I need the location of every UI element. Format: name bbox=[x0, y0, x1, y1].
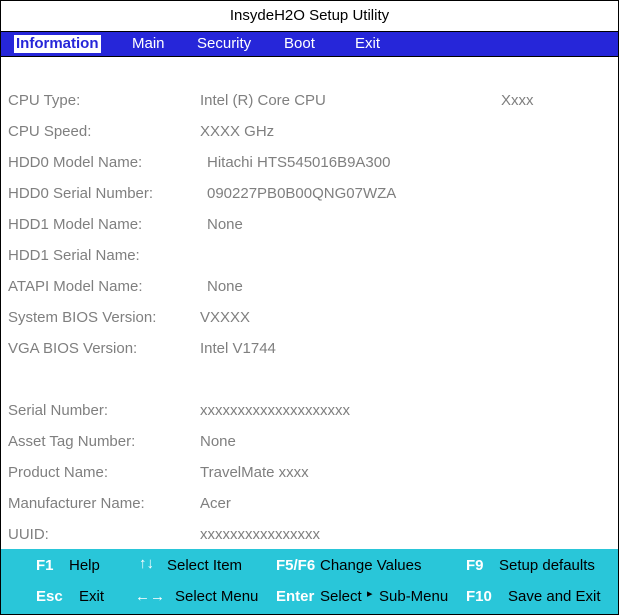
asset-tag-value: None bbox=[200, 433, 236, 450]
cpu-type-extra: Xxxx bbox=[501, 92, 534, 109]
info-row-manufacturer: Manufacturer Name: Acer bbox=[1, 495, 618, 515]
change-values-action: Change Values bbox=[320, 557, 422, 574]
serial-number-value: xxxxxxxxxxxxxxxxxxxx bbox=[200, 402, 350, 419]
hdd1-model-value: None bbox=[207, 216, 243, 233]
info-row-system-bios: System BIOS Version: VXXXX bbox=[1, 309, 618, 329]
info-row-hdd1-serial: HDD1 Serial Name: bbox=[1, 247, 618, 267]
info-row-uuid: UUID: xxxxxxxxxxxxxxxx bbox=[1, 526, 618, 546]
info-row-vga-bios: VGA BIOS Version: Intel V1744 bbox=[1, 340, 618, 360]
information-panel: CPU Type: Intel (R) Core CPU Xxxx CPU Sp… bbox=[1, 57, 618, 547]
hdd1-model-label: HDD1 Model Name: bbox=[8, 216, 143, 233]
info-row-hdd1-model: HDD1 Model Name: None bbox=[1, 216, 618, 236]
manufacturer-label: Manufacturer Name: bbox=[8, 495, 145, 512]
hdd1-serial-label: HDD1 Serial Name: bbox=[8, 247, 140, 264]
menu-item-boot[interactable]: Boot bbox=[282, 35, 317, 53]
f5-f6-key: F5/F6 bbox=[276, 557, 316, 574]
f9-key: F9 bbox=[466, 557, 484, 574]
system-bios-value: VXXXX bbox=[200, 309, 251, 326]
menu-item-exit[interactable]: Exit bbox=[353, 35, 382, 53]
cpu-type-label: CPU Type: bbox=[8, 92, 81, 109]
info-row-hdd0-serial: HDD0 Serial Number: 090227PB0B00QNG07WZA bbox=[1, 185, 618, 205]
menu-bar: Information Main Security Boot Exit bbox=[1, 32, 618, 57]
up-down-arrow-icon: ↑↓ bbox=[139, 555, 154, 572]
enter-key: Enter bbox=[276, 588, 315, 605]
manufacturer-value: Acer bbox=[200, 495, 231, 512]
vga-bios-label: VGA BIOS Version: bbox=[8, 340, 138, 357]
menu-item-security[interactable]: Security bbox=[195, 35, 253, 53]
info-row-asset-tag: Asset Tag Number: None bbox=[1, 433, 618, 453]
uuid-label: UUID: bbox=[8, 526, 49, 543]
vga-bios-value: Intel V1744 bbox=[200, 340, 276, 357]
esc-action: Exit bbox=[79, 588, 105, 605]
hdd0-serial-value: 090227PB0B00QNG07WZA bbox=[207, 185, 397, 202]
enter-action-submenu: Sub-Menu bbox=[379, 588, 449, 605]
cpu-type-value: Intel (R) Core CPU bbox=[200, 92, 326, 109]
window-title: InsydeH2O Setup Utility bbox=[1, 1, 618, 32]
select-item-action: Select Item bbox=[167, 557, 243, 574]
bios-window: InsydeH2O Setup Utility Information Main… bbox=[0, 0, 619, 615]
product-name-value: TravelMate xxxx bbox=[200, 464, 309, 481]
cpu-speed-value: XXXX GHz bbox=[200, 123, 275, 140]
hdd0-model-label: HDD0 Model Name: bbox=[8, 154, 143, 171]
menu-item-main[interactable]: Main bbox=[130, 35, 167, 53]
atapi-model-value: None bbox=[207, 278, 243, 295]
left-right-arrow-icon: ←→ bbox=[135, 588, 165, 605]
f10-key: F10 bbox=[466, 588, 492, 605]
hdd0-model-value: Hitachi HTS545016B9A300 bbox=[207, 154, 391, 171]
esc-key: Esc bbox=[36, 588, 63, 605]
info-row-cpu-speed: CPU Speed: XXXX GHz bbox=[1, 123, 618, 143]
save-and-exit-action: Save and Exit bbox=[508, 588, 601, 605]
hdd0-serial-label: HDD0 Serial Number: bbox=[8, 185, 154, 202]
menu-item-information[interactable]: Information bbox=[13, 34, 102, 54]
info-row-hdd0-model: HDD0 Model Name: Hitachi HTS545016B9A300 bbox=[1, 154, 618, 174]
serial-number-label: Serial Number: bbox=[8, 402, 109, 419]
uuid-value: xxxxxxxxxxxxxxxx bbox=[200, 526, 320, 543]
cpu-speed-label: CPU Speed: bbox=[8, 123, 92, 140]
enter-action-select: Select bbox=[320, 588, 362, 605]
info-row-atapi-model: ATAPI Model Name: None bbox=[1, 278, 618, 298]
system-bios-label: System BIOS Version: bbox=[8, 309, 157, 326]
product-name-label: Product Name: bbox=[8, 464, 109, 481]
f1-key: F1 bbox=[36, 557, 54, 574]
key-help-bar: F1 Help ↑↓ Select Item F5/F6 Change Valu… bbox=[1, 549, 618, 614]
asset-tag-label: Asset Tag Number: bbox=[8, 433, 136, 450]
setup-defaults-action: Setup defaults bbox=[499, 557, 595, 574]
info-row-cpu-type: CPU Type: Intel (R) Core CPU Xxxx bbox=[1, 92, 618, 112]
f1-action: Help bbox=[69, 557, 100, 574]
atapi-model-label: ATAPI Model Name: bbox=[8, 278, 143, 295]
info-row-serial-number: Serial Number: xxxxxxxxxxxxxxxxxxxx bbox=[1, 402, 618, 422]
select-menu-action: Select Menu bbox=[175, 588, 259, 605]
submenu-pointer-icon: ▸ bbox=[367, 588, 373, 600]
info-row-product-name: Product Name: TravelMate xxxx bbox=[1, 464, 618, 484]
